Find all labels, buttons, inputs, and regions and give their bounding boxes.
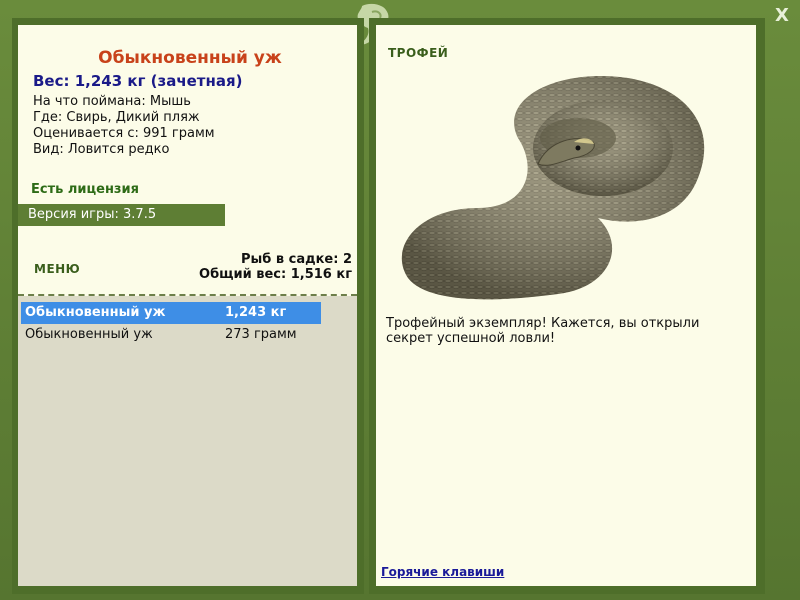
catch-name: Обыкновенный уж: [25, 305, 166, 320]
rarity-line: Вид: Ловится редко: [33, 142, 170, 157]
fish-details: На что поймана: Мышь Где: Свирь, Дикий п…: [33, 94, 215, 158]
menu-button[interactable]: МЕНЮ: [34, 262, 80, 276]
hotkeys-link[interactable]: Горячие клавиши: [381, 565, 504, 579]
keepnet-total-weight: Общий вес: 1,516 кг: [199, 267, 352, 282]
fish-weight: Вес: 1,243 кг (зачетная): [33, 72, 243, 90]
catch-list: Обыкновенный уж 1,243 кг Обыкновенный уж…: [21, 302, 321, 346]
license-status: Есть лицензия: [31, 182, 139, 197]
place-line: Где: Свирь, Дикий пляж: [33, 110, 200, 125]
divider: [18, 294, 357, 296]
keepnet-summary: Рыб в садке: 2 Общий вес: 1,516 кг: [199, 252, 352, 282]
grass-snake-image: [401, 76, 705, 300]
bait-line: На что поймана: Мышь: [33, 94, 191, 109]
catch-row[interactable]: Обыкновенный уж 273 грамм: [21, 324, 321, 346]
trophy-label: ТРОФЕЙ: [388, 46, 449, 60]
catch-row[interactable]: Обыкновенный уж 1,243 кг: [21, 302, 321, 324]
fish-title: Обыкновенный уж: [98, 48, 282, 68]
version-bar: Версия игры: 3.7.5: [18, 204, 225, 226]
value-line: Оценивается с: 991 грамм: [33, 126, 215, 141]
trophy-description: Трофейный экземпляр! Кажется, вы открыли…: [386, 316, 700, 346]
catch-weight: 1,243 кг: [225, 305, 287, 320]
catch-name: Обыкновенный уж: [25, 327, 153, 342]
close-button[interactable]: X: [772, 6, 792, 26]
keepnet-count: Рыб в садке: 2: [240, 252, 352, 267]
catch-weight: 273 грамм: [225, 327, 297, 342]
